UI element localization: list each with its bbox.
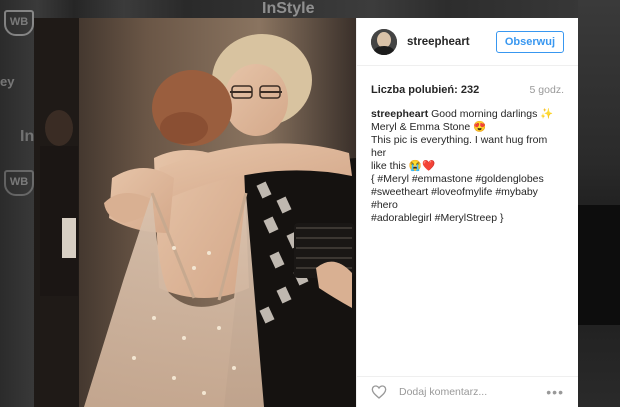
post-username[interactable]: streepheart (407, 36, 496, 48)
heart-outline-icon[interactable] (371, 384, 387, 400)
follow-button[interactable]: Obserwuj (495, 30, 564, 53)
more-options-icon[interactable]: ••• (546, 384, 564, 400)
caption-hashtags[interactable]: { #Meryl #emmastone #goldenglobes (371, 173, 544, 185)
caption-username[interactable]: streepheart (371, 108, 428, 120)
avatar[interactable] (371, 28, 397, 55)
background-right-panel (578, 0, 620, 407)
instyle-logo-left: In (20, 128, 35, 145)
comment-input[interactable] (397, 385, 547, 399)
post-caption: streepheart Good morning darlings ✨ Mery… (357, 96, 578, 225)
caption-hashtags[interactable]: #sweetheart #loveofmylife #mybaby #hero (371, 186, 538, 211)
wb-logo-lower: WB (4, 170, 34, 196)
avatar-image (371, 28, 397, 55)
caption-line: Good morning darlings ✨ (431, 108, 554, 120)
photo-illustration (34, 18, 356, 407)
post-timestamp[interactable]: 5 godz. (530, 84, 564, 96)
ey-logo: ey (0, 74, 15, 89)
post-photo[interactable] (34, 18, 356, 407)
post-header: streepheart Obserwuj (357, 18, 578, 66)
instyle-logo: InStyle (262, 0, 315, 17)
comment-bar: ••• (357, 376, 578, 407)
caption-line: This pic is everything. I want hug from … (371, 134, 548, 159)
caption-hashtags[interactable]: #adorablegirl #MerylStreep } (371, 212, 504, 224)
caption-line: like this 😭❤️ (371, 160, 436, 172)
caption-line: Meryl & Emma Stone 😍 (371, 121, 487, 133)
likes-row: Liczba polubień: 232 5 godz. (357, 66, 578, 96)
post-modal: streepheart Obserwuj Liczba polubień: 23… (34, 18, 578, 407)
likes-count[interactable]: Liczba polubień: 232 (371, 84, 479, 96)
wb-logo: WB (4, 10, 34, 36)
post-sidebar: streepheart Obserwuj Liczba polubień: 23… (356, 18, 578, 407)
